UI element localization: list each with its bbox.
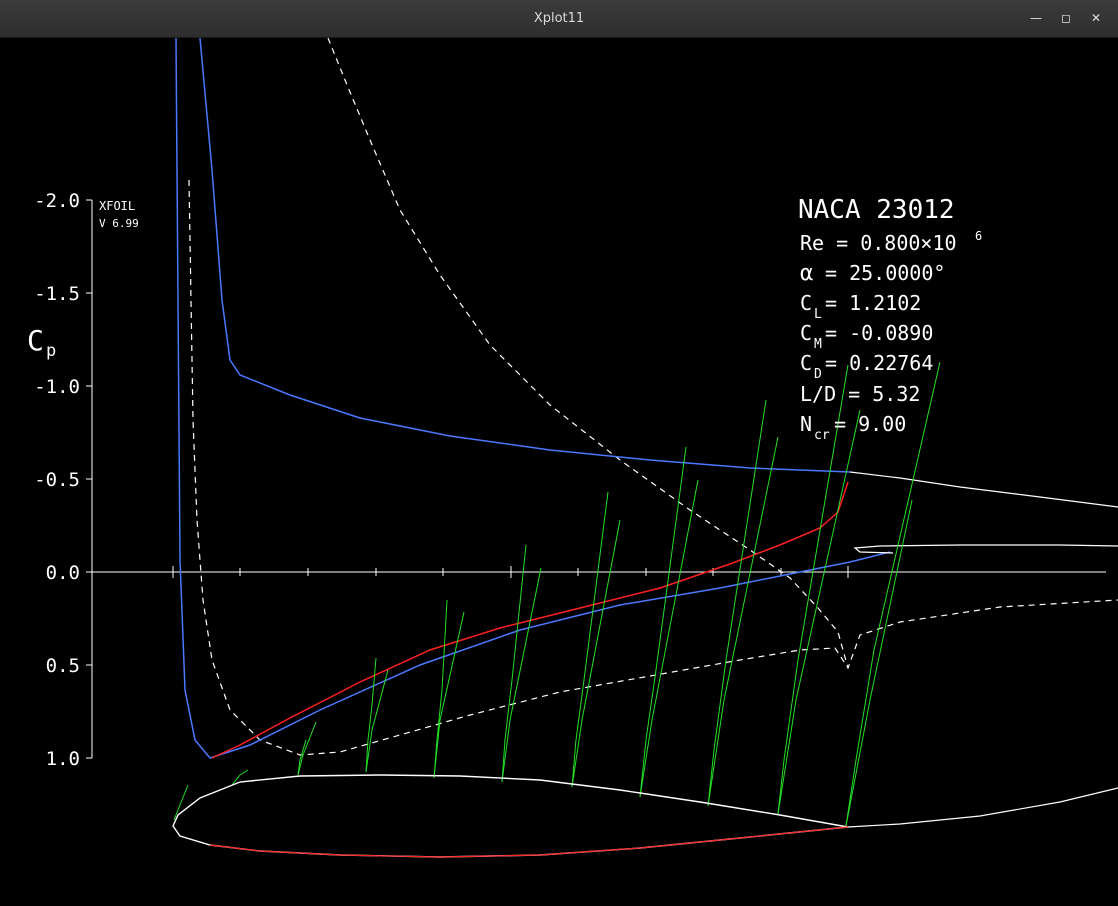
cd-subscript: D [814,367,822,382]
y-tick-label: 0.5 [46,655,80,677]
alpha-symbol: α [800,261,813,286]
ncr-label: N [800,412,812,436]
y-tick-label: -1.5 [34,283,80,305]
window-titlebar[interactable]: Xplot11 — ◻ ✕ [0,0,1118,38]
close-icon[interactable]: ✕ [1086,8,1106,28]
y-tick-label: 0.0 [46,562,80,584]
cm-subscript: M [814,337,822,352]
cp-plot: -2.0 -1.5 -1.0 -0.5 0.0 0.5 1.0 C p XFOI… [0,37,1118,901]
cm-value: = -0.0890 [825,321,933,345]
cm-label: C [800,321,812,345]
cl-label: C [800,291,812,315]
airfoil-name: NACA 23012 [798,195,955,225]
y-tick-label: 1.0 [46,748,80,770]
cd-label: C [800,351,812,375]
y-axis-label-subscript: p [46,341,56,361]
program-name: XFOIL [99,199,135,213]
cl-value: = 1.2102 [825,291,921,315]
ncr-value: = 9.00 [834,412,906,436]
alpha-value: = 25.0000° [825,261,945,285]
program-version: V 6.99 [99,217,139,230]
reynolds-exponent: 6 [975,229,982,243]
plot-canvas: -2.0 -1.5 -1.0 -0.5 0.0 0.5 1.0 C p XFOI… [0,37,1118,901]
ncr-subscript: cr [814,428,830,443]
y-tick-label: -2.0 [34,190,80,212]
y-tick-label: -1.0 [34,376,80,398]
cd-value: = 0.22764 [825,351,933,375]
window-title: Xplot11 [533,11,585,26]
minimize-icon[interactable]: — [1026,8,1046,28]
ld-text: L/D = 5.32 [800,382,920,406]
cl-subscript: L [814,307,822,322]
y-tick-label: -0.5 [34,469,80,491]
maximize-icon[interactable]: ◻ [1056,8,1076,28]
reynolds-text: Re = 0.800×10 [800,231,957,255]
plot-background [0,38,1118,901]
y-axis-label: C [27,324,44,357]
